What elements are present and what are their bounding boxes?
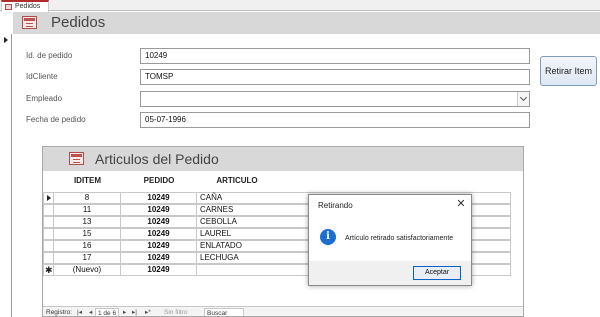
row-selector[interactable]: ✱ [43,264,54,276]
id-pedido-label: Id. de pedido [26,51,73,60]
row-selector[interactable] [43,228,54,240]
message-dialog: Retirando ✕ i Artículo retirado satisfac… [308,194,472,286]
next-record-button[interactable]: ▸ [123,308,126,316]
new-record-icon: ✱ [45,265,53,275]
nav-label: Registro: [46,309,73,316]
new-record-button[interactable]: ▸* [145,308,151,316]
form-icon [22,16,37,29]
page-title: Pedidos [51,14,106,31]
idcliente-label: IdCliente [26,72,58,81]
record-selector[interactable] [0,34,12,317]
cell-iditem[interactable]: 17 [54,252,121,264]
form-header: Pedidos [13,12,600,34]
form-icon [69,152,84,165]
empleado-label: Empleado [26,94,63,103]
dialog-footer: Aceptar [309,261,471,285]
current-record-arrow-icon [47,195,51,201]
subform-title: Articulos del Pedido [95,151,219,167]
row-selector[interactable] [43,216,54,228]
dialog-message: Artículo retirado satisfactoriamente [345,235,454,242]
info-icon: i [320,229,336,245]
cell-iditem[interactable]: 8 [54,192,121,204]
cell-pedido[interactable]: 10249 [121,252,197,264]
cell-pedido[interactable]: 10249 [121,264,197,276]
previous-record-button[interactable]: ◂ [89,308,92,316]
cell-iditem[interactable]: 11 [54,204,121,216]
record-navigation-bar: Registro: |◂ ◂ 1 de 6 ▸ ▸| ▸* Sin filtro… [43,306,523,316]
empleado-dropdown-button[interactable] [517,92,529,106]
chevron-down-icon [519,93,528,102]
dialog-body: i Artículo retirado satisfactoriamente [309,215,471,263]
row-selector[interactable] [43,192,54,204]
tab-label: Pedidos [15,3,41,10]
row-selector[interactable] [43,240,54,252]
last-record-button[interactable]: ▸| [132,308,137,316]
cell-iditem[interactable]: 16 [54,240,121,252]
dialog-title: Retirando [318,201,353,210]
id-pedido-field[interactable]: 10249 [140,48,530,64]
document-tab-strip: Pedidos [0,0,600,12]
aceptar-button[interactable]: Aceptar [413,266,461,280]
close-icon[interactable]: ✕ [454,197,468,211]
cell-pedido[interactable]: 10249 [121,216,197,228]
subform-header: Articulos del Pedido [43,147,523,171]
cell-iditem[interactable]: 15 [54,228,121,240]
fecha-label: Fecha de pedido [26,115,86,124]
empleado-combo[interactable] [140,91,530,107]
form-icon [5,4,12,10]
cell-pedido[interactable]: 10249 [121,192,197,204]
search-input[interactable]: Buscar [204,308,244,316]
idcliente-field[interactable]: TOMSP [140,69,530,85]
cell-pedido[interactable]: 10249 [121,204,197,216]
column-header-iditem: IDITEM [73,176,102,185]
row-selector[interactable] [43,204,54,216]
cell-pedido[interactable]: 10249 [121,240,197,252]
row-selector[interactable] [43,252,54,264]
first-record-button[interactable]: |◂ [77,308,82,316]
cell-iditem[interactable]: 13 [54,216,121,228]
filter-indicator[interactable]: Sin filtro [164,308,187,316]
tab-pedidos[interactable]: Pedidos [1,0,49,12]
cell-pedido[interactable]: 10249 [121,228,197,240]
column-header-pedido: PEDIDO [143,176,175,185]
fecha-field[interactable]: 05-07-1996 [140,112,530,128]
current-record-arrow-icon [4,37,8,43]
cell-iditem[interactable]: (Nuevo) [54,264,121,276]
column-header-articulo: ARTICULO [216,176,258,185]
retirar-item-button[interactable]: Retirar Item [540,56,597,86]
record-position-field[interactable]: 1 de 6 [95,308,120,316]
